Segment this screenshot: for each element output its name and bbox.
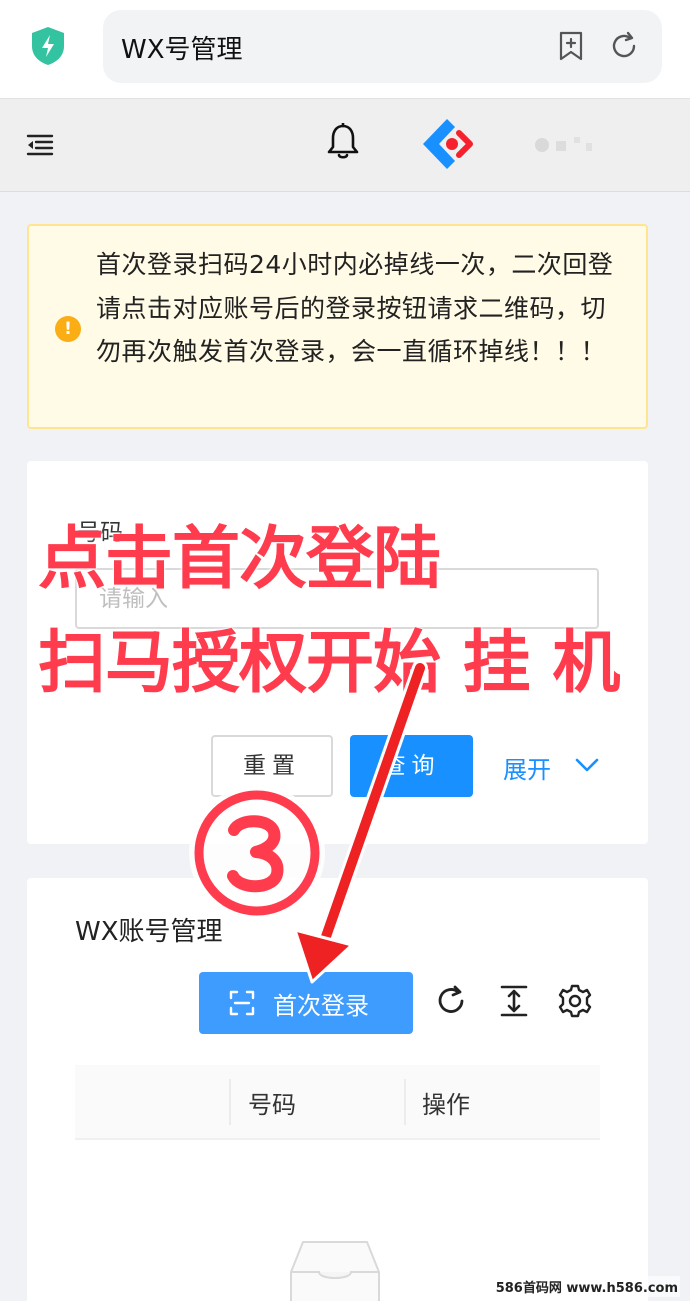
address-bar[interactable]: WX号管理 xyxy=(103,10,662,83)
column-height-icon[interactable] xyxy=(497,984,531,1018)
empty-inbox-icon xyxy=(290,1241,380,1301)
alert-message: 首次登录扫码24小时内必掉线一次，二次回登请点击对应账号后的登录按钮请求二维码，… xyxy=(96,250,614,366)
query-button[interactable]: 查询 xyxy=(350,735,473,797)
column-divider xyxy=(404,1079,406,1125)
app-header xyxy=(0,98,690,192)
column-header-number[interactable]: 号码 xyxy=(248,1085,296,1120)
reload-icon[interactable] xyxy=(434,984,468,1018)
chevron-down-icon[interactable] xyxy=(573,754,601,776)
settings-icon[interactable] xyxy=(558,984,592,1018)
bookmark-add-icon[interactable] xyxy=(555,30,587,62)
step-3-badge: ③ xyxy=(189,785,325,921)
reload-icon[interactable] xyxy=(608,30,640,62)
table-header-row: 号码 操作 xyxy=(75,1065,600,1140)
first-login-button[interactable]: 首次登录 xyxy=(199,972,413,1034)
avatar[interactable] xyxy=(528,129,598,161)
watermark: 586首码网 www.h586.com xyxy=(493,1276,680,1297)
scan-icon xyxy=(229,990,255,1016)
expand-link[interactable]: 展开 xyxy=(503,750,551,785)
warning-alert: ! 首次登录扫码24小时内必掉线一次，二次回登请点击对应账号后的登录按钮请求二维… xyxy=(27,224,648,429)
annotation-line-1: 点击首次登陆 xyxy=(38,520,441,599)
bell-icon[interactable] xyxy=(326,123,360,161)
app-logo-icon xyxy=(423,119,473,169)
annotation-line-2: 扫马授权开始 挂 机 xyxy=(38,624,620,703)
account-table-card: WX账号管理 首次登录 号码 操作 xyxy=(27,878,648,1301)
url-title: WX号管理 xyxy=(121,35,243,65)
shield-icon[interactable] xyxy=(30,26,66,66)
warning-icon: ! xyxy=(55,316,81,342)
column-divider xyxy=(229,1079,231,1125)
column-header-actions: 操作 xyxy=(422,1091,470,1119)
menu-collapse-icon[interactable] xyxy=(26,133,54,157)
first-login-label: 首次登录 xyxy=(273,992,369,1020)
browser-bar: WX号管理 xyxy=(0,0,690,98)
